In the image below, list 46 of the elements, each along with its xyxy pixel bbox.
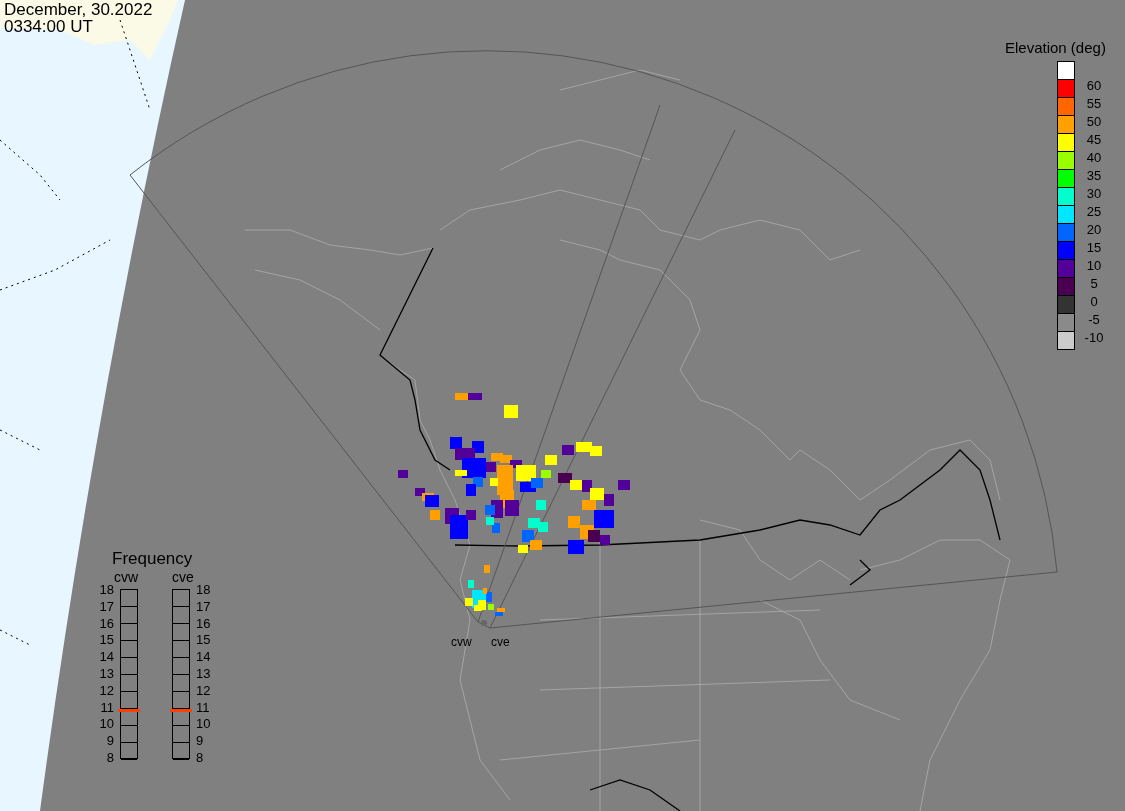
frequency-tick: 12: [98, 683, 114, 697]
frequency-tick: 8: [196, 751, 205, 764]
frequency-tick: 11: [196, 700, 211, 714]
radar-site-label: cve: [491, 636, 510, 648]
radar-site-marker: [481, 620, 487, 626]
frequency-title: Frequency: [112, 550, 193, 567]
frequency-tick: 11: [99, 700, 114, 714]
legend-value: 10: [1085, 257, 1103, 273]
legend-value: 35: [1085, 167, 1103, 183]
radar-site-label: cvw: [451, 636, 472, 648]
legend-value: 5: [1089, 275, 1099, 291]
legend-value: 15: [1085, 239, 1103, 255]
time-label: 0334:00 UT: [4, 18, 93, 35]
frequency-tick: 14: [98, 650, 114, 664]
legend-value: 50: [1085, 113, 1103, 129]
legend-value: 20: [1085, 221, 1103, 237]
frequency-tick: 10: [98, 717, 114, 731]
frequency-tick: 16: [98, 616, 114, 630]
frequency-tick: 17: [196, 599, 212, 613]
legend-value: 45: [1085, 131, 1103, 147]
legend-value: 40: [1085, 149, 1103, 165]
legend-value: 55: [1085, 95, 1103, 111]
radar-name: cvw: [114, 570, 139, 584]
frequency-tick: 17: [98, 599, 114, 613]
frequency-tick: 18: [98, 583, 114, 596]
frequency-tick: 8: [105, 751, 114, 764]
radar-name: cve: [172, 570, 194, 584]
frequency-tick: 13: [196, 667, 212, 680]
legend-value: 30: [1085, 185, 1103, 201]
frequency-tick: 16: [196, 616, 212, 630]
legend-value: 0: [1089, 293, 1099, 309]
frequency-tick: 15: [196, 633, 212, 647]
frequency-tick: 10: [196, 717, 212, 731]
legend-value: 25: [1085, 203, 1103, 219]
date-label: December, 30.2022: [4, 1, 153, 18]
frequency-tick: 9: [105, 734, 114, 748]
frequency-tick: 14: [196, 650, 212, 664]
frequency-tick: 9: [196, 734, 205, 748]
frequency-tick: 12: [196, 683, 212, 697]
frequency-tick: 18: [196, 583, 212, 596]
legend-value: -10: [1083, 329, 1105, 345]
frequency-tick: 15: [98, 633, 114, 647]
legend-value: -5: [1087, 311, 1101, 327]
frequency-tick: 13: [98, 667, 114, 680]
legend-value: 60: [1085, 77, 1103, 93]
legend-title: Elevation (deg): [1005, 40, 1106, 55]
